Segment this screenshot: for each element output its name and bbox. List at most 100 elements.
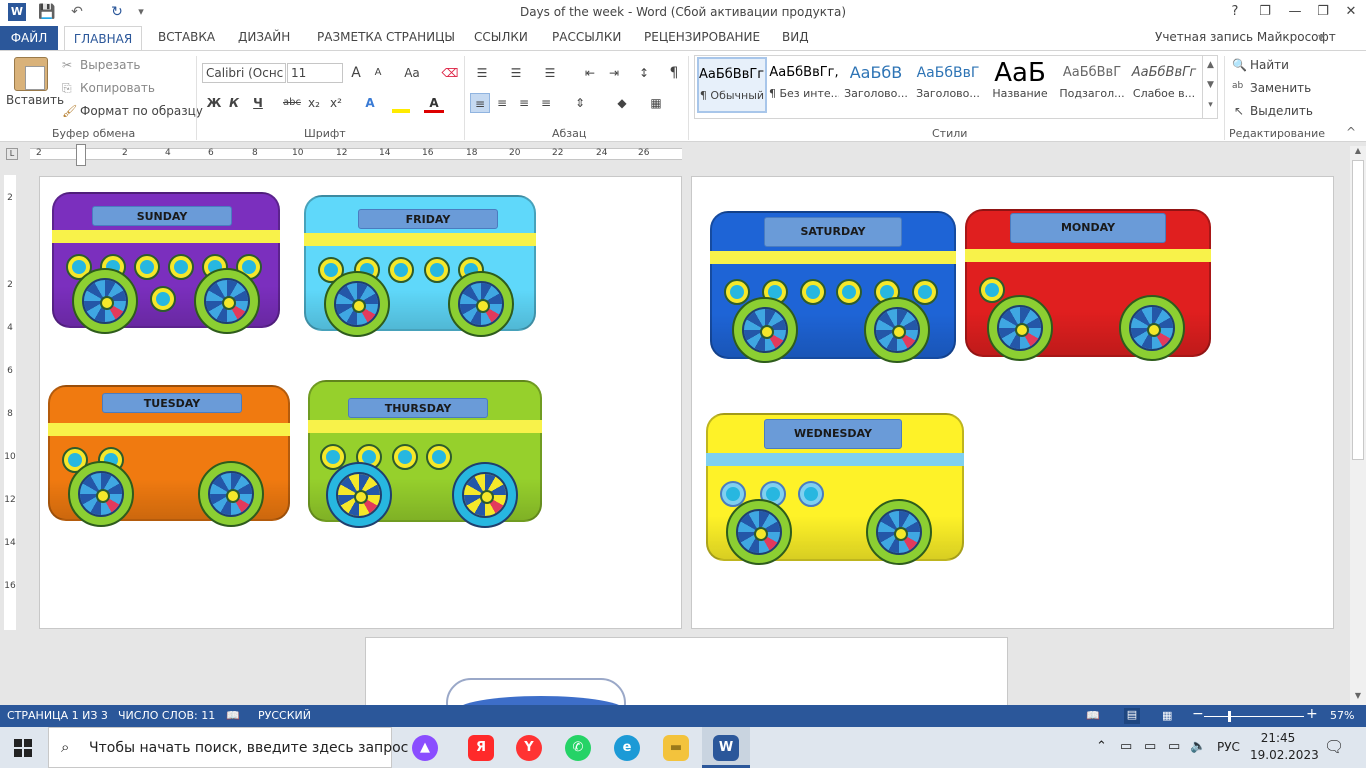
- numbering-icon[interactable]: ☰: [506, 63, 526, 83]
- web-layout-icon[interactable]: ▦: [1162, 709, 1172, 722]
- tab-mailings[interactable]: РАССЫЛКИ: [552, 30, 621, 50]
- tray-arrow-icon[interactable]: ⌃: [1096, 739, 1107, 754]
- clock-time[interactable]: 21:45: [1256, 731, 1300, 745]
- tab-references[interactable]: ССЫЛКИ: [474, 30, 528, 50]
- scrollbar-thumb[interactable]: [1352, 160, 1364, 460]
- file-explorer-icon[interactable]: ▬: [663, 735, 689, 761]
- wagon-label[interactable]: SATURDAY: [764, 217, 902, 247]
- page-next[interactable]: [365, 637, 1008, 707]
- text-effects-icon[interactable]: A: [360, 93, 380, 113]
- cut-button[interactable]: Вырезать: [80, 58, 141, 72]
- align-right-icon[interactable]: ≡: [514, 93, 534, 113]
- clear-formatting-icon[interactable]: ⌫: [440, 63, 460, 83]
- select-icon[interactable]: ↖: [1234, 104, 1244, 118]
- paste-icon[interactable]: [14, 57, 48, 91]
- cut-icon[interactable]: ✂: [62, 58, 72, 72]
- scroll-up-icon[interactable]: ▲: [1352, 146, 1364, 158]
- wagon-label[interactable]: TUESDAY: [102, 393, 242, 413]
- vertical-scrollbar[interactable]: ▲ ▼: [1350, 146, 1366, 705]
- wagon-tuesday[interactable]: TUESDAY: [48, 385, 290, 561]
- highlight-icon[interactable]: [392, 93, 410, 113]
- wagon-saturday[interactable]: SATURDAY: [710, 211, 956, 399]
- windows-start-icon[interactable]: [14, 739, 32, 757]
- font-size-combo[interactable]: 11: [287, 63, 343, 83]
- align-center-icon[interactable]: ≡: [492, 93, 512, 113]
- shading-icon[interactable]: ◆: [612, 93, 632, 113]
- indent-marker-icon[interactable]: [76, 144, 86, 166]
- subscript-button[interactable]: x₂: [304, 93, 324, 113]
- replace-icon[interactable]: ab: [1232, 81, 1243, 91]
- volume-icon[interactable]: 🔈: [1190, 739, 1206, 754]
- style-heading1[interactable]: АаБбВ Заголово...: [841, 57, 911, 113]
- wagon-label[interactable]: MONDAY: [1010, 213, 1166, 243]
- italic-button[interactable]: К: [224, 93, 244, 113]
- help-button[interactable]: ?: [1224, 2, 1246, 22]
- zoom-slider-thumb[interactable]: [1228, 711, 1231, 722]
- copy-button[interactable]: Копировать: [80, 81, 155, 95]
- style-no-spacing[interactable]: АаБбВвГг, ¶ Без инте...: [769, 57, 839, 113]
- grow-font-button[interactable]: A: [346, 63, 366, 83]
- replace-button[interactable]: Заменить: [1250, 81, 1311, 95]
- clock-date[interactable]: 19.02.2023: [1250, 748, 1319, 762]
- zoom-in-button[interactable]: +: [1306, 706, 1318, 722]
- close-button[interactable]: ✕: [1340, 2, 1362, 22]
- style-subtle-emphasis[interactable]: АаБбВвГг Слабое в...: [1129, 57, 1199, 113]
- shrink-font-button[interactable]: A: [368, 63, 388, 83]
- underline-button[interactable]: Ч: [248, 93, 268, 113]
- superscript-button[interactable]: x²: [326, 93, 346, 113]
- wagon-sunday[interactable]: SUNDAY: [52, 192, 280, 368]
- zoom-level[interactable]: 57%: [1330, 709, 1354, 722]
- font-color-icon[interactable]: A: [424, 93, 444, 113]
- minimize-button[interactable]: —: [1284, 2, 1306, 22]
- wagon-monday[interactable]: MONDAY: [965, 209, 1211, 397]
- tab-layout[interactable]: РАЗМЕТКА СТРАНИЦЫ: [317, 30, 455, 50]
- select-button[interactable]: Выделить: [1250, 104, 1313, 118]
- format-painter-button[interactable]: Формат по образцу: [80, 104, 203, 118]
- wagon-thursday[interactable]: THURSDAY: [308, 380, 542, 562]
- copy-icon[interactable]: ⎘: [62, 81, 72, 96]
- alice-icon[interactable]: ▲: [412, 735, 438, 761]
- wagon-friday[interactable]: FRIDAY: [304, 195, 536, 371]
- style-subtitle[interactable]: АаБбВвГ Подзагол...: [1057, 57, 1127, 113]
- styles-scroll-icon[interactable]: ▲ ▼ ▾: [1202, 55, 1218, 119]
- ribbon-display-button[interactable]: ❐: [1254, 2, 1276, 22]
- style-normal[interactable]: АаБбВвГг, ¶ Обычный: [697, 57, 767, 113]
- tab-file[interactable]: ФАЙЛ: [0, 26, 58, 50]
- taskbar-search[interactable]: ⌕ Чтобы начать поиск, введите здесь запр…: [48, 727, 408, 768]
- tab-design[interactable]: ДИЗАЙН: [238, 30, 290, 50]
- wagon-label[interactable]: THURSDAY: [348, 398, 488, 418]
- bold-button[interactable]: Ж: [204, 93, 224, 113]
- find-button[interactable]: Найти: [1250, 58, 1289, 72]
- collapse-ribbon-icon[interactable]: ^: [1346, 125, 1356, 139]
- network-icon[interactable]: ▭: [1168, 739, 1180, 754]
- yandex-icon[interactable]: Я: [468, 735, 494, 761]
- proofing-icon[interactable]: 📖: [226, 709, 240, 722]
- tab-selector-icon[interactable]: L: [6, 148, 18, 160]
- tab-home[interactable]: ГЛАВНАЯ: [64, 26, 142, 50]
- style-heading2[interactable]: АаБбВвГ Заголово...: [913, 57, 983, 113]
- zoom-out-button[interactable]: −: [1192, 706, 1204, 722]
- tray-device-icon[interactable]: ▭: [1120, 739, 1132, 754]
- account-dropdown-icon[interactable]: ▾: [1318, 30, 1324, 50]
- language-status[interactable]: РУССКИЙ: [258, 709, 311, 722]
- tab-view[interactable]: ВИД: [782, 30, 809, 50]
- show-marks-button[interactable]: ¶: [664, 63, 684, 83]
- page-count[interactable]: СТРАНИЦА 1 ИЗ 3: [7, 709, 108, 722]
- whatsapp-icon[interactable]: ✆: [565, 735, 591, 761]
- multilevel-list-icon[interactable]: ☰: [540, 63, 560, 83]
- wagon-label[interactable]: FRIDAY: [358, 209, 498, 229]
- paste-button[interactable]: Вставить: [6, 93, 64, 107]
- print-layout-icon[interactable]: ▤: [1124, 708, 1140, 724]
- align-left-icon[interactable]: ≡: [470, 93, 490, 113]
- decrease-indent-icon[interactable]: ⇤: [580, 63, 600, 83]
- font-name-combo[interactable]: Calibri (Оснс: [202, 63, 286, 83]
- tab-review[interactable]: РЕЦЕНЗИРОВАНИЕ: [644, 30, 760, 50]
- maximize-button[interactable]: ❐: [1312, 2, 1334, 22]
- increase-indent-icon[interactable]: ⇥: [604, 63, 624, 83]
- notifications-icon[interactable]: 🗨: [1324, 737, 1344, 756]
- word-taskbar-button[interactable]: W: [702, 727, 750, 768]
- sort-icon[interactable]: ↕: [634, 63, 654, 83]
- justify-icon[interactable]: ≡: [536, 93, 556, 113]
- format-painter-icon[interactable]: 🖌: [62, 104, 77, 118]
- scroll-down-icon[interactable]: ▼: [1352, 691, 1364, 703]
